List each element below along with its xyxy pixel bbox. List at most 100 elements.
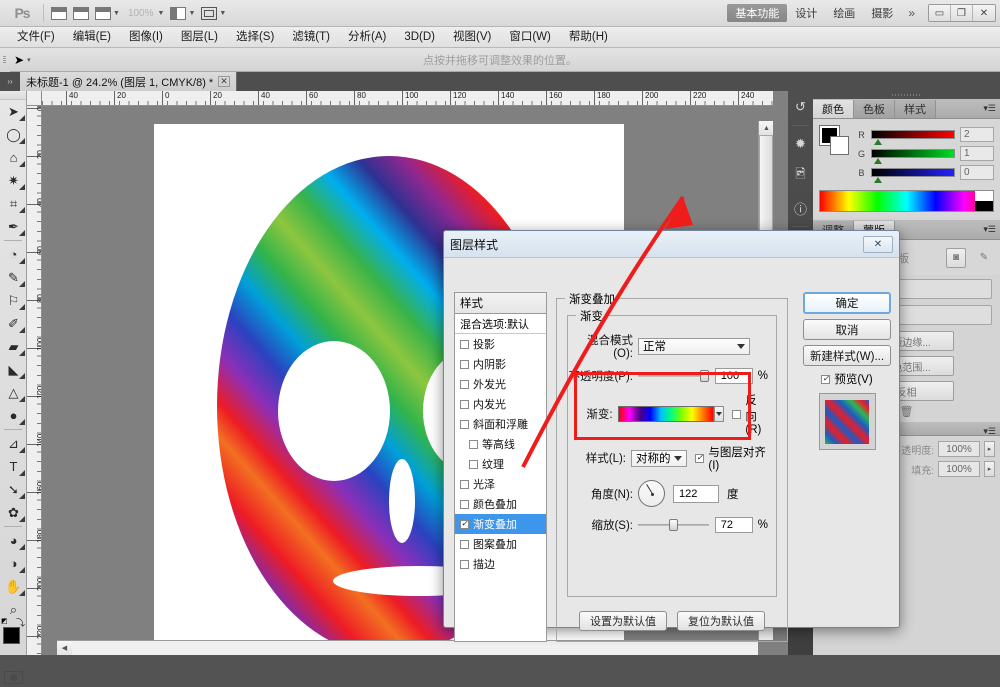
layer-style-dialog[interactable]: 图层样式 ✕ 样式 混合选项:默认 投影 内阴影 外发光 内发光 斜面和浮雕 等… bbox=[443, 230, 900, 642]
zoom-level-dropdown[interactable]: 100% ▼ bbox=[123, 3, 168, 23]
scale-value-field[interactable]: 72 bbox=[714, 517, 753, 533]
r-slider-thumb[interactable] bbox=[874, 139, 882, 145]
default-colors-icon[interactable]: ◩ bbox=[1, 617, 8, 625]
reverse-checkbox-group[interactable]: 反向(R) bbox=[732, 392, 768, 436]
menu-filter[interactable]: 滤镜(T) bbox=[283, 28, 339, 47]
checkbox[interactable] bbox=[469, 459, 478, 469]
checkbox[interactable] bbox=[460, 399, 469, 409]
g-slider-thumb[interactable] bbox=[874, 158, 882, 164]
move-tool[interactable]: ➤ bbox=[0, 100, 27, 123]
quick-mask-button[interactable] bbox=[0, 667, 27, 687]
style-item-color-overlay[interactable]: 颜色叠加 bbox=[455, 494, 546, 514]
elliptical-marquee-tool[interactable]: ◯ bbox=[0, 123, 27, 146]
opacity-value-field[interactable]: 100 bbox=[714, 368, 753, 384]
opacity-slider-knob[interactable] bbox=[700, 370, 709, 382]
style-item-inner-glow[interactable]: 内发光 bbox=[455, 394, 546, 414]
blending-options-item[interactable]: 混合选项:默认 bbox=[455, 314, 546, 334]
scale-slider-knob[interactable] bbox=[669, 519, 678, 531]
color-spectrum-ramp[interactable] bbox=[819, 190, 994, 212]
layer-fill-stepper[interactable]: ▸ bbox=[984, 461, 995, 477]
style-list[interactable]: 样式 混合选项:默认 投影 内阴影 外发光 内发光 斜面和浮雕 等高线 纹理 光 bbox=[454, 292, 547, 642]
crop-tool[interactable]: ⌗ bbox=[0, 192, 27, 215]
toolbox-grip[interactable] bbox=[0, 91, 26, 100]
clone-stamp-tool[interactable]: ⚐ bbox=[0, 289, 27, 312]
checkbox[interactable] bbox=[460, 479, 469, 489]
add-vector-mask-icon[interactable]: ✎ bbox=[974, 248, 994, 268]
workspace-photography[interactable]: 摄影 bbox=[863, 4, 901, 22]
checkbox[interactable] bbox=[460, 359, 469, 369]
3d-camera-orbit-tool[interactable]: ◑ bbox=[0, 552, 27, 575]
brush-tool[interactable]: ✎ bbox=[0, 266, 27, 289]
bridge-button[interactable] bbox=[48, 3, 70, 23]
preview-checkbox-group[interactable]: ✓ 预览(V) bbox=[803, 371, 891, 387]
checkbox[interactable] bbox=[460, 499, 469, 509]
style-item-satin[interactable]: 光泽 bbox=[455, 474, 546, 494]
style-item-bevel-emboss[interactable]: 斜面和浮雕 bbox=[455, 414, 546, 434]
b-slider[interactable] bbox=[871, 168, 955, 183]
new-style-button[interactable]: 新建样式(W)... bbox=[803, 345, 891, 366]
menu-window[interactable]: 窗口(W) bbox=[500, 28, 560, 47]
tab-styles[interactable]: 样式 bbox=[895, 100, 936, 118]
gradient-preview[interactable] bbox=[617, 406, 715, 422]
checkbox[interactable] bbox=[460, 379, 469, 389]
checkbox[interactable]: ✓ bbox=[460, 519, 469, 529]
panel-menu-icon[interactable]: ▾☰ bbox=[983, 426, 996, 437]
hand-tool[interactable]: ✋ bbox=[0, 575, 27, 598]
dodge-tool[interactable]: ● bbox=[0, 404, 27, 427]
tab-color[interactable]: 颜色 bbox=[813, 100, 854, 118]
style-item-gradient-overlay[interactable]: ✓ 渐变叠加 bbox=[455, 514, 546, 534]
align-with-layer-checkbox-group[interactable]: ✓ 与图层对齐(I) bbox=[695, 444, 768, 472]
checkbox[interactable] bbox=[469, 439, 478, 449]
vertical-ruler[interactable]: 0 20 40 60 80 100 120 140 160 180 200 22… bbox=[27, 106, 42, 655]
menu-3d[interactable]: 3D(D) bbox=[395, 28, 444, 47]
checkbox[interactable] bbox=[460, 419, 469, 429]
ruler-corner[interactable] bbox=[27, 91, 42, 106]
custom-shape-tool[interactable]: ✿ bbox=[0, 501, 27, 524]
checkbox[interactable] bbox=[732, 409, 742, 419]
mini-bridge-button[interactable] bbox=[70, 3, 92, 23]
angle-value-field[interactable]: 122 bbox=[673, 484, 719, 503]
workspace-painting[interactable]: 绘画 bbox=[825, 4, 863, 22]
color-panel-swatches[interactable] bbox=[819, 125, 851, 155]
canvas-horizontal-scrollbar[interactable]: ◀ bbox=[57, 640, 758, 655]
lasso-tool[interactable]: ⌂ bbox=[0, 146, 27, 169]
adjustments-panel-icon[interactable]: ✹ bbox=[788, 128, 813, 160]
style-item-texture[interactable]: 纹理 bbox=[455, 454, 546, 474]
history-brush-tool[interactable]: ✐ bbox=[0, 312, 27, 335]
screen-mode-button[interactable]: ▼ bbox=[198, 3, 229, 23]
style-item-inner-shadow[interactable]: 内阴影 bbox=[455, 354, 546, 374]
workspace-essentials[interactable]: 基本功能 bbox=[727, 4, 788, 22]
menu-view[interactable]: 视图(V) bbox=[444, 28, 500, 47]
ok-button[interactable]: 确定 bbox=[803, 292, 891, 314]
restore-icon[interactable]: ❐ bbox=[951, 5, 973, 21]
color-swatches[interactable]: ◩ ⤵ bbox=[0, 618, 27, 659]
pen-tool[interactable]: ⊿ bbox=[0, 432, 27, 455]
checkbox[interactable]: ✓ bbox=[821, 374, 831, 384]
checkbox[interactable]: ✓ bbox=[695, 453, 705, 463]
menu-image[interactable]: 图像(I) bbox=[120, 28, 172, 47]
scale-slider[interactable] bbox=[638, 518, 709, 532]
add-pixel-mask-icon[interactable]: ◙ bbox=[946, 247, 966, 268]
style-item-pattern-overlay[interactable]: 图案叠加 bbox=[455, 534, 546, 554]
info-panel-icon[interactable]: ⓘ bbox=[788, 192, 813, 224]
tab-swatches[interactable]: 色板 bbox=[854, 100, 895, 118]
menu-help[interactable]: 帮助(H) bbox=[560, 28, 617, 47]
gradient-picker-dropdown[interactable] bbox=[714, 406, 725, 422]
close-icon[interactable]: ✕ bbox=[973, 5, 995, 21]
scroll-up-icon[interactable]: ▲ bbox=[759, 121, 773, 135]
horizontal-type-tool[interactable]: T bbox=[0, 455, 27, 478]
eraser-tool[interactable]: ▰ bbox=[0, 335, 27, 358]
angle-dial[interactable] bbox=[638, 480, 665, 507]
style-item-outer-glow[interactable]: 外发光 bbox=[455, 374, 546, 394]
reset-to-default-button[interactable]: 复位为默认值 bbox=[677, 611, 765, 631]
eyedropper-tool[interactable]: ✒ bbox=[0, 215, 27, 238]
workspace-design[interactable]: 设计 bbox=[787, 4, 825, 22]
tab-bar-grip[interactable]: ›› bbox=[3, 75, 17, 88]
style-item-stroke[interactable]: 描边 bbox=[455, 554, 546, 574]
b-slider-thumb[interactable] bbox=[874, 177, 882, 183]
path-selection-tool[interactable]: ➘ bbox=[0, 478, 27, 501]
color-panel-grip[interactable] bbox=[813, 91, 1000, 99]
panel-menu-icon[interactable]: ▾☰ bbox=[983, 103, 996, 114]
style-item-contour[interactable]: 等高线 bbox=[455, 434, 546, 454]
b-value-field[interactable]: 0 bbox=[960, 165, 994, 180]
